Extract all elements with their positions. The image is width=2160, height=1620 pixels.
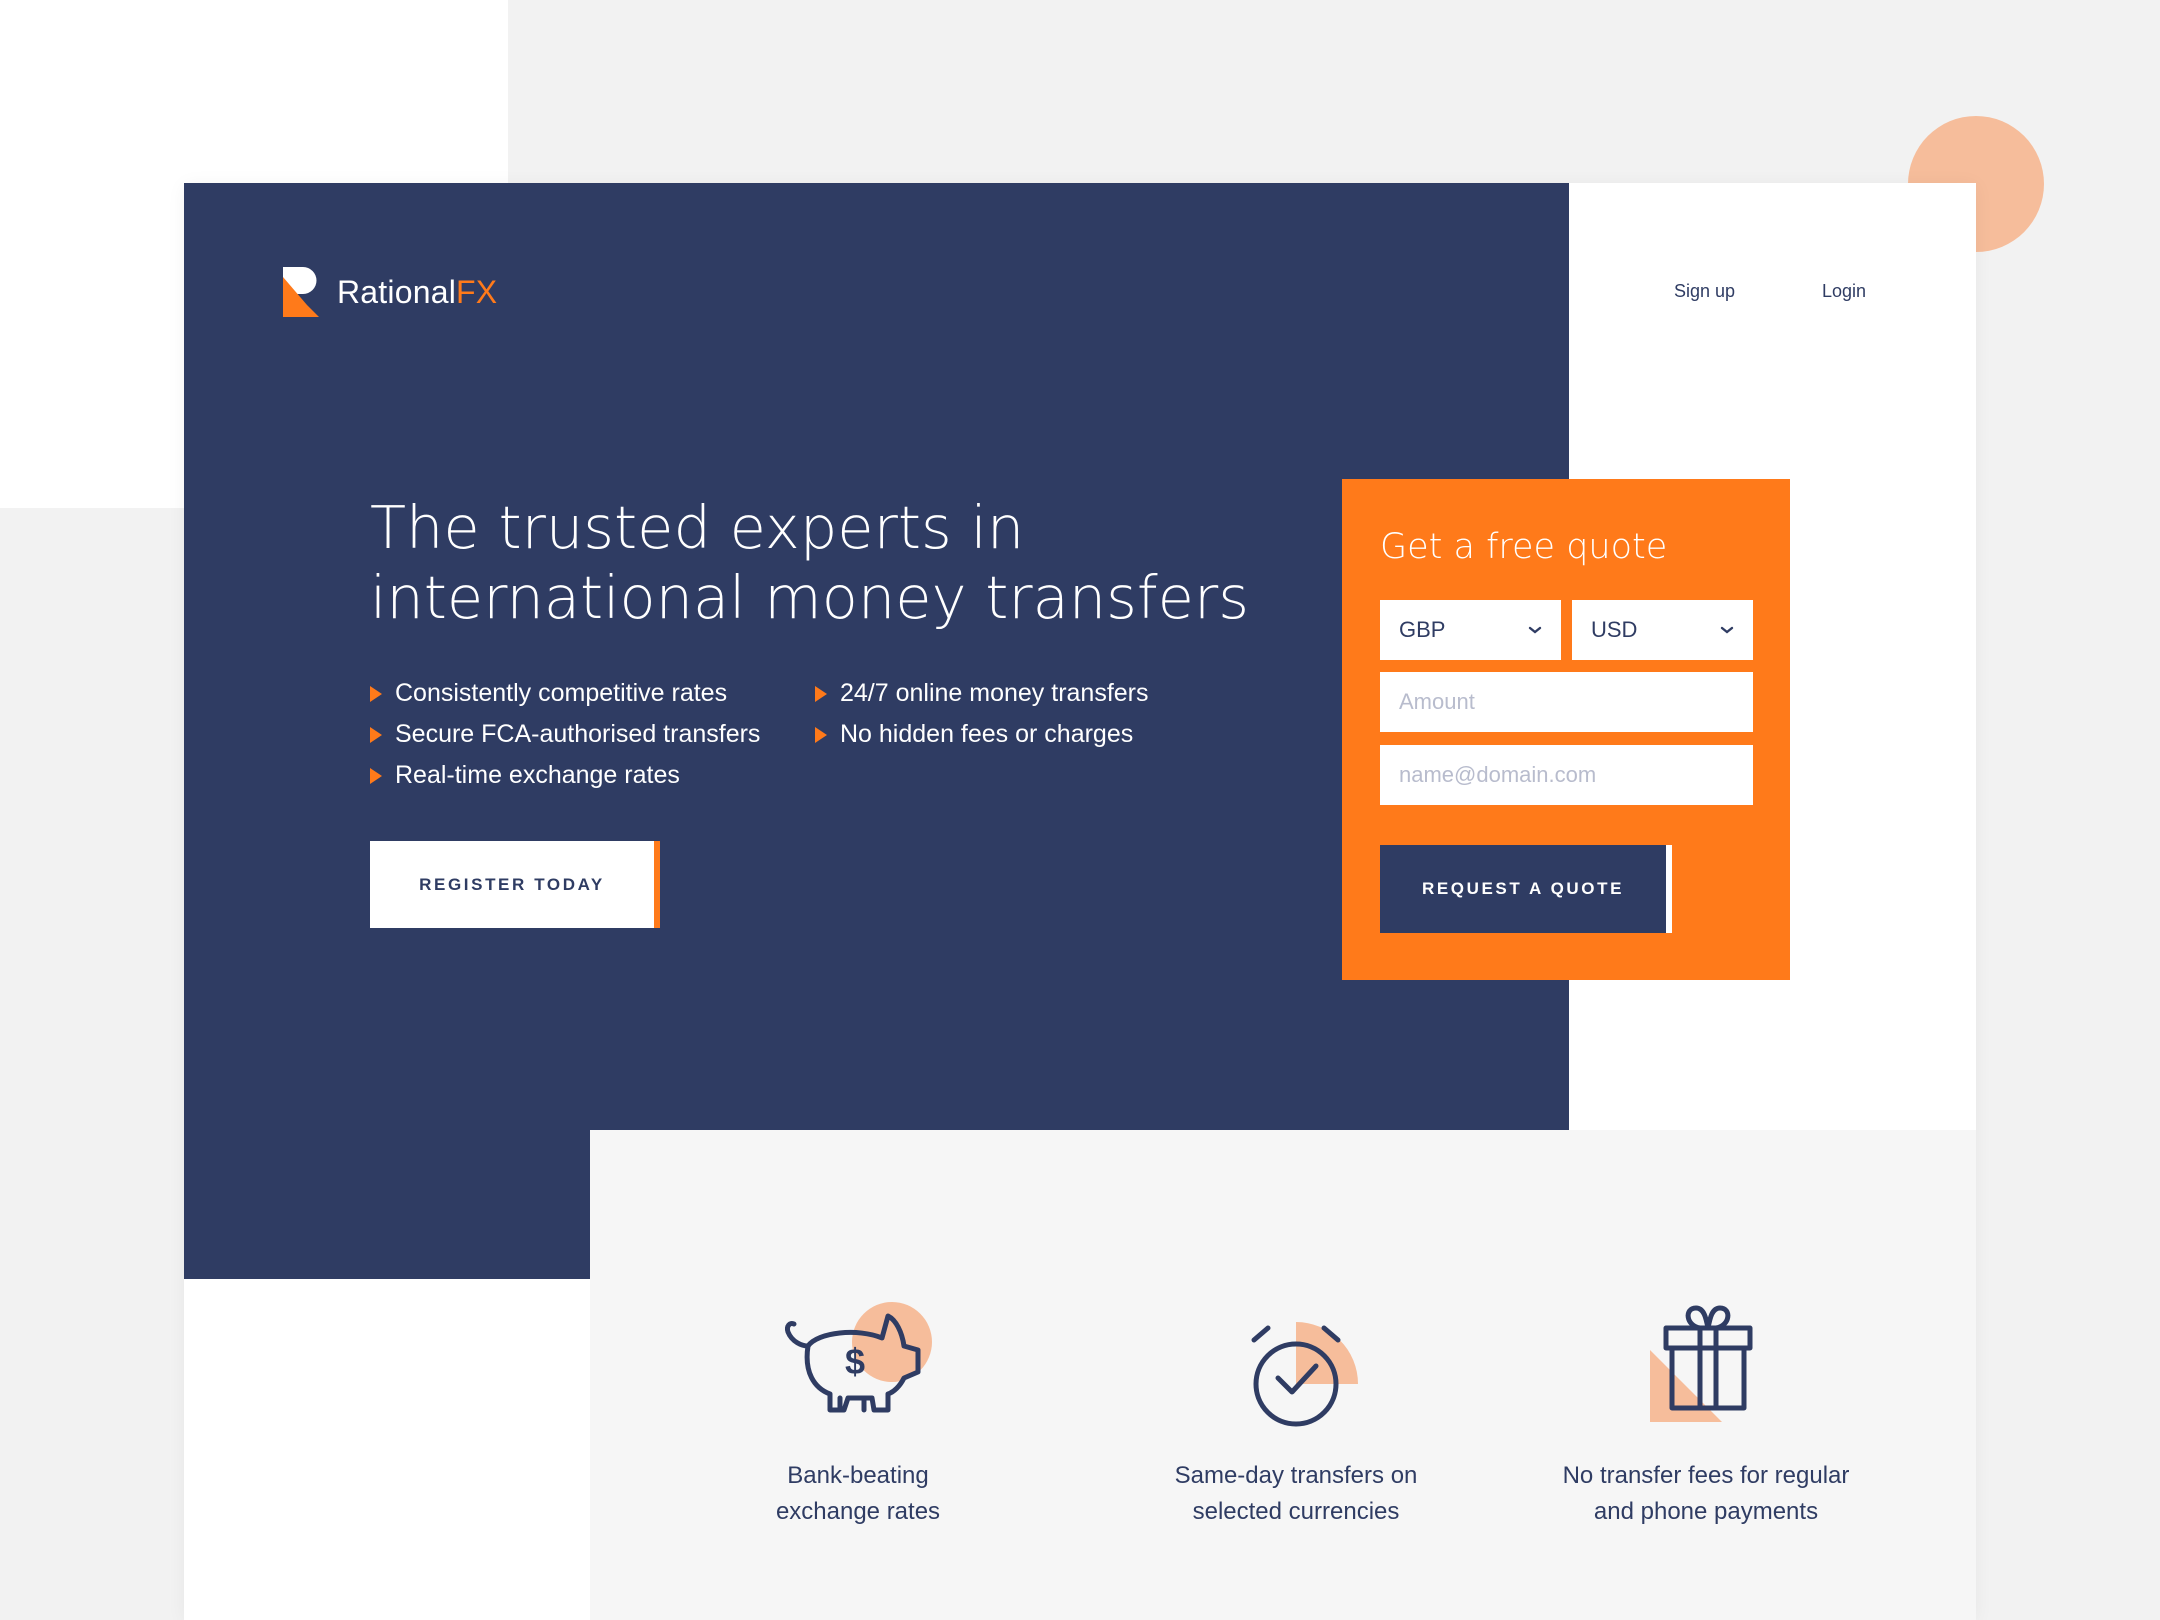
quote-title: Get a free quote xyxy=(1380,527,1668,567)
benefit-item: $ Bank-beating exchange rates xyxy=(688,1302,1028,1530)
logo-name: Rational xyxy=(337,274,457,310)
benefit-text-line: exchange rates xyxy=(775,1498,941,1525)
logo-name-accent: FX xyxy=(456,274,498,310)
chevron-down-icon xyxy=(1720,626,1734,634)
benefit-text: No transfer fees for regular and phone p… xyxy=(1536,1458,1876,1530)
hero-feature-list: Consistently competitive rates Secure FC… xyxy=(370,673,760,796)
hero-feature-text: Real-time exchange rates xyxy=(395,761,680,789)
benefit-item: Same-day transfers on selected currencie… xyxy=(1126,1302,1466,1530)
email-input[interactable] xyxy=(1380,745,1753,805)
benefit-text-line: and phone payments xyxy=(1593,1498,1819,1525)
triangle-bullet-icon xyxy=(370,685,382,702)
piggy-bank-icon: $ xyxy=(785,1302,932,1413)
logo-text: RationalFX xyxy=(337,276,497,308)
benefit-item: No transfer fees for regular and phone p… xyxy=(1536,1302,1876,1530)
triangle-bullet-icon xyxy=(370,726,382,743)
benefit-text: Same-day transfers on selected currencie… xyxy=(1126,1458,1466,1530)
hero-title-line: The trusted experts in xyxy=(370,493,1025,562)
benefit-text-line: Bank-beating xyxy=(787,1462,929,1489)
hero-feature-text: 24/7 online money transfers xyxy=(840,679,1149,707)
hero-feature-item: 24/7 online money transfers xyxy=(815,673,1149,714)
svg-text:$: $ xyxy=(845,1341,865,1382)
request-quote-button[interactable]: REQUEST A QUOTE xyxy=(1380,845,1672,933)
hero-feature-item: Secure FCA-authorised transfers xyxy=(370,714,760,755)
hero-feature-text: No hidden fees or charges xyxy=(840,720,1134,748)
to-currency-select[interactable]: USD xyxy=(1572,600,1753,660)
benefit-text-line: Same-day transfers on xyxy=(1174,1462,1418,1489)
amount-input[interactable] xyxy=(1380,672,1753,732)
from-currency-select[interactable]: GBP xyxy=(1380,600,1561,660)
hero-title: The trusted experts in international mon… xyxy=(370,493,1270,633)
landing-page: RationalFX Sign up Login The trusted exp… xyxy=(184,183,1976,1620)
hero-feature-list: 24/7 online money transfers No hidden fe… xyxy=(815,673,1149,755)
hero-feature-item: No hidden fees or charges xyxy=(815,714,1149,755)
register-button[interactable]: REGISTER TODAY xyxy=(370,841,660,928)
logo-mark-icon xyxy=(283,267,319,317)
stopwatch-icon xyxy=(1251,1322,1358,1427)
login-link[interactable]: Login xyxy=(1822,281,1866,302)
benefit-text: Bank-beating exchange rates xyxy=(688,1458,1028,1530)
to-currency-value: USD xyxy=(1591,617,1638,642)
triangle-bullet-icon xyxy=(815,685,827,702)
gift-icon xyxy=(1650,1305,1753,1422)
hero-feature-item: Consistently competitive rates xyxy=(370,673,760,714)
triangle-bullet-icon xyxy=(370,767,382,784)
from-currency-value: GBP xyxy=(1399,617,1446,642)
benefit-text-line: selected currencies xyxy=(1192,1498,1400,1525)
hero-feature-item: Real-time exchange rates xyxy=(370,755,760,796)
signup-link[interactable]: Sign up xyxy=(1674,281,1735,302)
quote-form: Get a free quote GBP USD REQUEST A QUOTE xyxy=(1342,479,1790,980)
chevron-down-icon xyxy=(1528,626,1542,634)
hero-title-line: international money transfers xyxy=(370,563,1249,632)
logo[interactable]: RationalFX xyxy=(283,267,497,317)
triangle-bullet-icon xyxy=(815,726,827,743)
benefit-text-line: No transfer fees for regular xyxy=(1562,1462,1850,1489)
hero-feature-text: Secure FCA-authorised transfers xyxy=(395,720,761,748)
hero-feature-text: Consistently competitive rates xyxy=(395,679,728,707)
